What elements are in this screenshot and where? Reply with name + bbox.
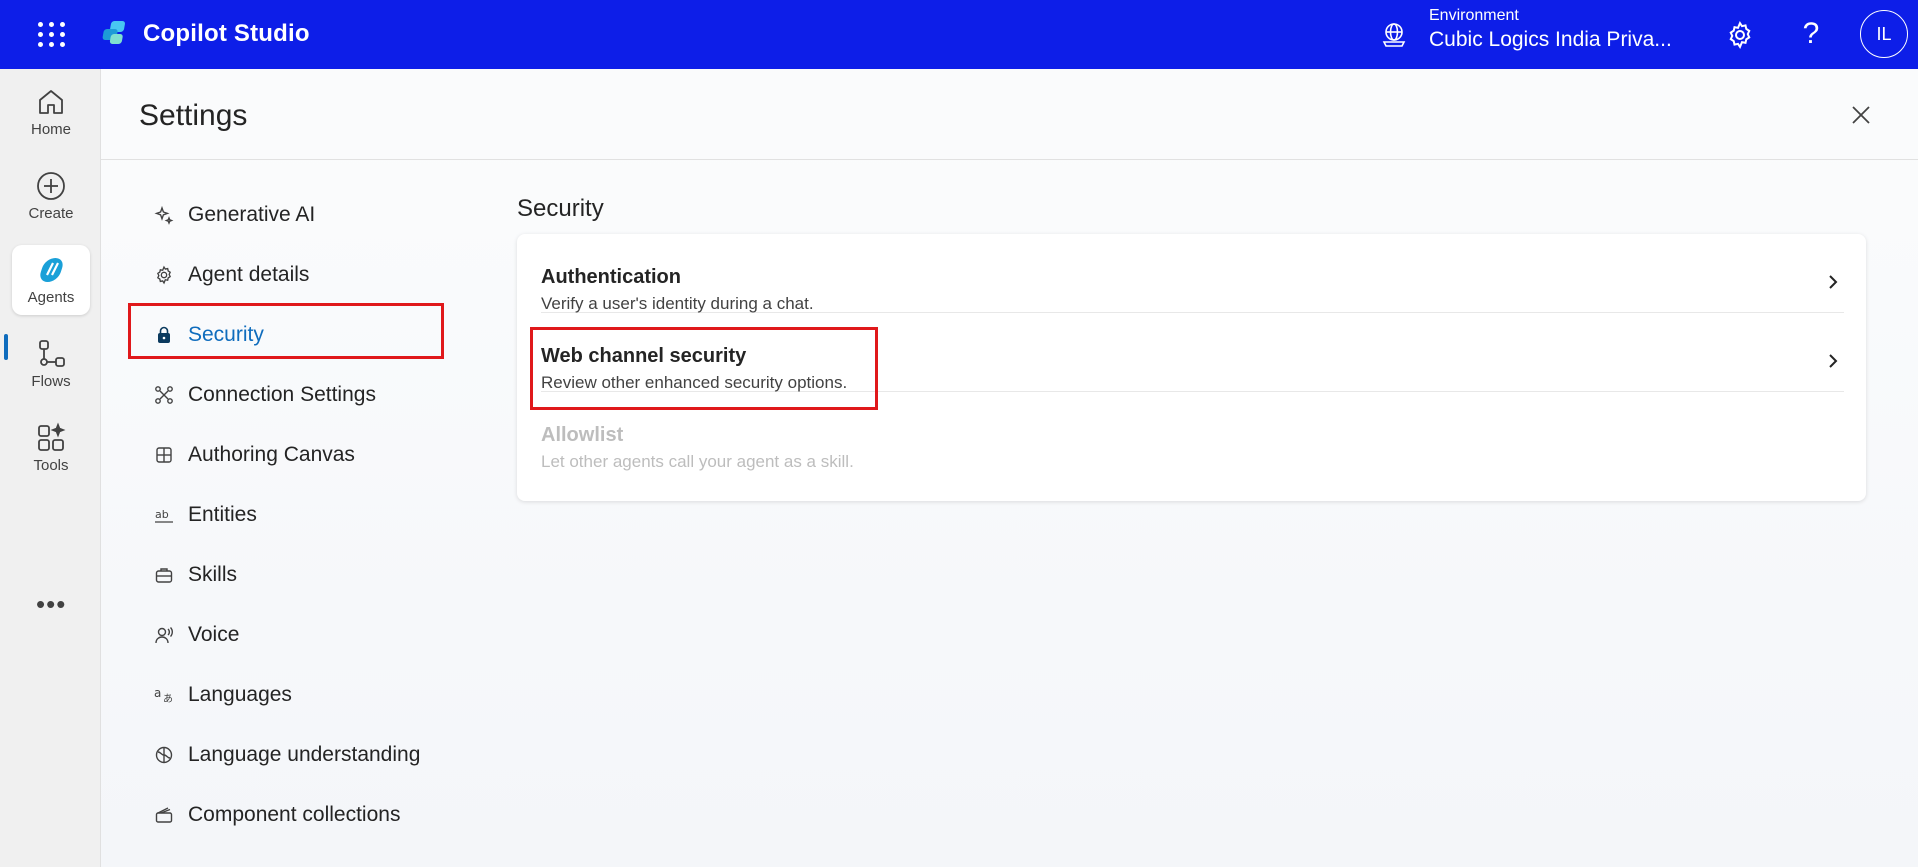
brain-icon bbox=[155, 746, 173, 764]
rail-item-flows[interactable]: Flows bbox=[12, 329, 90, 399]
briefcase-icon bbox=[155, 568, 173, 583]
settings-nav-languages[interactable]: a あ Languages bbox=[154, 669, 454, 721]
close-icon[interactable] bbox=[1847, 101, 1875, 129]
settings-gear-icon[interactable] bbox=[1725, 20, 1755, 50]
settings-header: Settings bbox=[101, 69, 1918, 160]
settings-nav-label: Connection Settings bbox=[188, 383, 376, 406]
settings-nav-agent-details[interactable]: Agent details bbox=[154, 249, 454, 301]
tools-icon bbox=[38, 422, 66, 451]
rail-active-indicator bbox=[4, 334, 8, 360]
page-title: Settings bbox=[139, 99, 248, 132]
settings-nav-component-collections[interactable]: Component collections bbox=[154, 789, 454, 841]
flows-icon bbox=[39, 340, 65, 367]
text-ab-icon: ab bbox=[155, 508, 173, 523]
settings-nav-connection-settings[interactable]: Connection Settings bbox=[154, 369, 454, 421]
settings-nav-language-understanding[interactable]: Language understanding bbox=[154, 729, 454, 781]
security-row-authentication[interactable]: Authentication Verify a user's identity … bbox=[541, 234, 1844, 313]
rail-label-flows: Flows bbox=[31, 373, 71, 390]
svg-text:ab: ab bbox=[155, 508, 169, 521]
highlight-web-channel-security bbox=[530, 327, 878, 410]
settings-nav-skills[interactable]: Skills bbox=[154, 549, 454, 601]
rail-item-create[interactable]: Create bbox=[12, 161, 90, 231]
environment-label: Environment bbox=[1429, 7, 1519, 24]
rail-item-agents[interactable]: Agents bbox=[12, 245, 90, 315]
app-title[interactable]: Copilot Studio bbox=[143, 20, 310, 48]
app-launcher-icon[interactable] bbox=[36, 20, 65, 48]
rail-item-home[interactable]: Home bbox=[12, 77, 90, 147]
svg-text:あ: あ bbox=[163, 693, 173, 705]
settings-nav-generative-ai[interactable]: Generative AI bbox=[154, 189, 454, 241]
voice-icon bbox=[155, 627, 173, 644]
translate-icon: a あ bbox=[154, 686, 173, 705]
home-icon bbox=[39, 90, 63, 114]
rail-label-agents: Agents bbox=[27, 289, 75, 306]
settings-nav-label: Agent details bbox=[188, 263, 310, 286]
settings-nav-label: Generative AI bbox=[188, 203, 316, 226]
copilot-studio-logo-icon bbox=[102, 21, 125, 44]
environment-globe-icon[interactable] bbox=[1380, 20, 1408, 48]
chevron-right-icon bbox=[1829, 275, 1838, 289]
row-description: Let other agents call your agent as a sk… bbox=[541, 452, 854, 471]
settings-nav-label: Entities bbox=[188, 503, 257, 526]
settings-nav-label: Voice bbox=[188, 623, 240, 646]
rail-label-tools: Tools bbox=[33, 457, 69, 474]
highlight-security-nav bbox=[128, 303, 444, 359]
grid-icon bbox=[156, 447, 172, 463]
environment-selector[interactable]: Cubic Logics India Priva... bbox=[1429, 28, 1672, 52]
plus-circle-icon bbox=[37, 172, 65, 200]
chevron-right-icon bbox=[1829, 354, 1838, 368]
row-description: Verify a user's identity during a chat. bbox=[541, 294, 814, 313]
svg-text:a: a bbox=[154, 686, 161, 700]
settings-nav-entities[interactable]: ab Entities bbox=[154, 489, 454, 541]
top-bar: Copilot Studio Environment Cubic Logics … bbox=[0, 0, 1918, 69]
gear-icon bbox=[156, 265, 172, 285]
more-options-icon[interactable]: ••• bbox=[36, 589, 66, 620]
help-icon[interactable]: ? bbox=[1797, 16, 1825, 52]
settings-nav-label: Languages bbox=[188, 683, 292, 706]
avatar[interactable]: IL bbox=[1860, 10, 1908, 58]
sparkle-icon bbox=[154, 205, 174, 225]
settings-nav-label: Skills bbox=[188, 563, 238, 586]
agents-logo-icon bbox=[40, 258, 63, 282]
settings-nav-label: Component collections bbox=[188, 803, 401, 826]
settings-nav-voice[interactable]: Voice bbox=[154, 609, 454, 661]
rail-item-tools[interactable]: Tools bbox=[12, 413, 90, 483]
rail-label-create: Create bbox=[28, 205, 74, 222]
settings-nav-label: Language understanding bbox=[188, 743, 421, 766]
row-title: Allowlist bbox=[541, 424, 624, 446]
settings-nav-label: Authoring Canvas bbox=[188, 443, 355, 466]
connection-icon bbox=[155, 386, 173, 404]
collection-icon bbox=[155, 807, 173, 823]
security-section-title: Security bbox=[517, 195, 604, 222]
left-rail: Home Create Agents Flows Tools ••• bbox=[0, 69, 101, 867]
settings-nav-authoring-canvas[interactable]: Authoring Canvas bbox=[154, 429, 454, 481]
row-title: Authentication bbox=[541, 266, 681, 288]
rail-label-home: Home bbox=[30, 121, 71, 138]
